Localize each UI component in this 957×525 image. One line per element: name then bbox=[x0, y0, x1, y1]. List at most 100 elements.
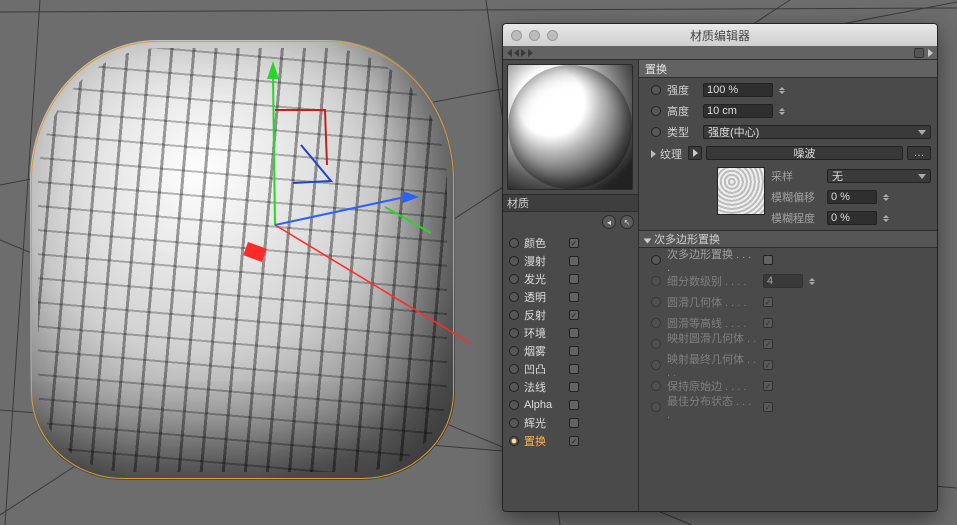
param-radio[interactable] bbox=[651, 255, 661, 265]
material-name-label: 材质 bbox=[507, 195, 529, 211]
channel-checkbox[interactable] bbox=[569, 310, 579, 320]
height-spinner[interactable] bbox=[779, 108, 789, 115]
strength-spinner[interactable] bbox=[779, 87, 789, 94]
channel-checkbox[interactable] bbox=[569, 436, 579, 446]
channel-env[interactable]: 环境 bbox=[503, 324, 638, 342]
channel-radio[interactable] bbox=[509, 346, 519, 356]
channel-normal[interactable]: 法线 bbox=[503, 378, 638, 396]
channel-label: 凹凸 bbox=[524, 361, 564, 377]
subdiv-level-field: 4 bbox=[763, 274, 803, 288]
channel-checkbox[interactable] bbox=[569, 418, 579, 428]
channel-radio[interactable] bbox=[509, 310, 519, 320]
material-preview[interactable] bbox=[507, 64, 633, 190]
channel-label: Alpha bbox=[524, 399, 564, 411]
lock-icon[interactable] bbox=[914, 48, 924, 58]
pick-material-icon[interactable]: ↖ bbox=[620, 215, 634, 229]
subpoly-row: 最佳分布状态 . . . . bbox=[651, 398, 931, 416]
strength-field[interactable]: 100 % bbox=[703, 83, 773, 97]
texture-shader-button[interactable]: 噪波 bbox=[706, 146, 903, 160]
channel-label: 法线 bbox=[524, 379, 564, 395]
texture-browse-button[interactable]: … bbox=[907, 146, 931, 160]
blur-offset-label: 模糊偏移 bbox=[771, 189, 821, 205]
titlebar[interactable]: 材质编辑器 bbox=[503, 24, 937, 46]
channel-radio[interactable] bbox=[509, 436, 519, 446]
subpoly-checkbox bbox=[763, 381, 773, 391]
channel-checkbox[interactable] bbox=[569, 238, 579, 248]
channel-list: 颜色漫射发光透明反射环境烟雾凹凸法线 Alpha 辉光置换 bbox=[503, 232, 638, 511]
texture-thumbnail[interactable] bbox=[717, 167, 765, 215]
channel-radio[interactable] bbox=[509, 328, 519, 338]
channel-label: 烟雾 bbox=[524, 343, 564, 359]
subpoly-row: 圆滑几何体 . . . . bbox=[651, 293, 931, 311]
channel-transp[interactable]: 透明 bbox=[503, 288, 638, 306]
channel-radio[interactable] bbox=[509, 292, 519, 302]
channel-fog[interactable]: 烟雾 bbox=[503, 342, 638, 360]
channel-sidebar: 材质 ◂ ↖ 颜色漫射发光透明反射环境烟雾凹凸法线 Alpha 辉光置换 bbox=[503, 60, 639, 511]
height-field[interactable]: 10 cm bbox=[703, 104, 773, 118]
channel-checkbox[interactable] bbox=[569, 292, 579, 302]
menu-dropdown-icon[interactable] bbox=[928, 49, 933, 57]
subpoly-label: 保持原始边 . . . . bbox=[667, 378, 757, 394]
prev-material-icon[interactable]: ◂ bbox=[602, 215, 616, 229]
channel-diffuse[interactable]: 漫射 bbox=[503, 252, 638, 270]
history-fwd2-icon[interactable] bbox=[528, 49, 533, 57]
history-fwd-icon[interactable] bbox=[521, 49, 526, 57]
subpoly-checkbox bbox=[763, 339, 773, 349]
param-radio[interactable] bbox=[651, 127, 661, 137]
channel-lumin[interactable]: 发光 bbox=[503, 270, 638, 288]
channel-radio[interactable] bbox=[509, 418, 519, 428]
channel-radio[interactable] bbox=[509, 400, 519, 410]
strength-label: 强度 bbox=[667, 82, 697, 98]
type-select[interactable]: 强度(中心) bbox=[703, 125, 931, 139]
channel-radio[interactable] bbox=[509, 382, 519, 392]
channel-checkbox[interactable] bbox=[569, 256, 579, 266]
channel-checkbox[interactable] bbox=[569, 328, 579, 338]
subpoly-checkbox bbox=[763, 318, 773, 328]
channel-checkbox[interactable] bbox=[569, 382, 579, 392]
blur-scale-field[interactable]: 0 % bbox=[827, 211, 877, 225]
channel-radio[interactable] bbox=[509, 238, 519, 248]
disclosure-icon[interactable] bbox=[651, 150, 656, 158]
material-name-field[interactable]: 材质 bbox=[503, 194, 638, 212]
channel-label: 辉光 bbox=[524, 415, 564, 431]
channel-label: 反射 bbox=[524, 307, 564, 323]
disclosure-icon bbox=[644, 239, 652, 244]
param-radio bbox=[651, 318, 661, 328]
channel-label: 透明 bbox=[524, 289, 564, 305]
param-radio bbox=[651, 297, 661, 307]
channel-label: 置换 bbox=[524, 433, 564, 449]
window-title: 材质编辑器 bbox=[503, 27, 937, 44]
channel-checkbox[interactable] bbox=[569, 346, 579, 356]
subpoly-checkbox bbox=[763, 360, 773, 370]
param-radio[interactable] bbox=[651, 85, 661, 95]
blur-offset-field[interactable]: 0 % bbox=[827, 190, 877, 204]
subpoly-row: 细分数级别 . . . .4 bbox=[651, 272, 931, 290]
blur-offset-spinner[interactable] bbox=[883, 194, 893, 201]
param-radio bbox=[651, 381, 661, 391]
channel-glow[interactable]: 辉光 bbox=[503, 414, 638, 432]
channel-bump[interactable]: 凹凸 bbox=[503, 360, 638, 378]
subpoly-checkbox[interactable] bbox=[763, 255, 773, 265]
channel-checkbox[interactable] bbox=[569, 274, 579, 284]
channel-checkbox[interactable] bbox=[569, 400, 579, 410]
channel-checkbox[interactable] bbox=[569, 364, 579, 374]
subpoly-label: 最佳分布状态 . . . . bbox=[667, 393, 757, 421]
texture-menu-button[interactable] bbox=[688, 146, 702, 160]
type-label: 类型 bbox=[667, 124, 697, 140]
channel-alpha[interactable]: Alpha bbox=[503, 396, 638, 414]
channel-reflect[interactable]: 反射 bbox=[503, 306, 638, 324]
history-back-icon[interactable] bbox=[507, 49, 512, 57]
param-radio[interactable] bbox=[651, 106, 661, 116]
channel-displace[interactable]: 置换 bbox=[503, 432, 638, 450]
subpoly-checkbox bbox=[763, 402, 773, 412]
channel-color[interactable]: 颜色 bbox=[503, 234, 638, 252]
subpoly-label: 圆滑等高线 . . . . bbox=[667, 315, 757, 331]
channel-radio[interactable] bbox=[509, 364, 519, 374]
channel-radio[interactable] bbox=[509, 256, 519, 266]
displaced-cube-object[interactable] bbox=[30, 40, 455, 480]
history-back2-icon[interactable] bbox=[514, 49, 519, 57]
blur-scale-spinner[interactable] bbox=[883, 215, 893, 222]
subpoly-title: 次多边形置换 bbox=[654, 231, 720, 247]
channel-radio[interactable] bbox=[509, 274, 519, 284]
sample-select[interactable]: 无 bbox=[827, 169, 931, 183]
